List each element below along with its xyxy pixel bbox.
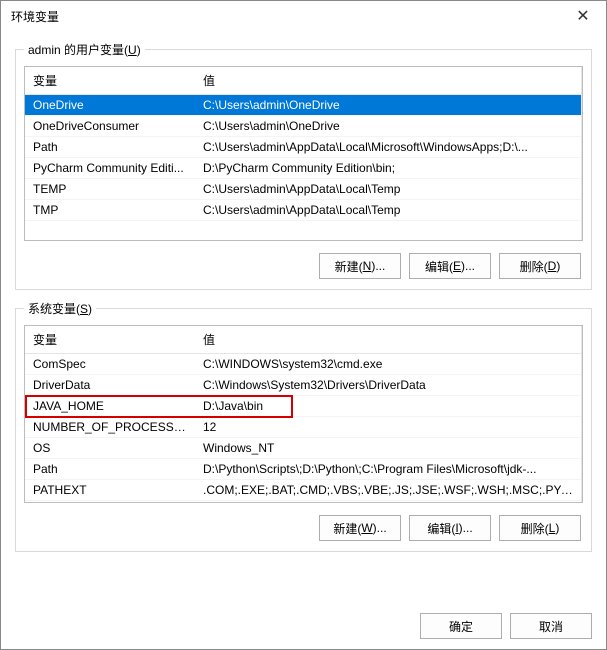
cell-name: OneDriveConsumer: [25, 116, 195, 137]
sys-delete-button[interactable]: 删除(L): [499, 515, 581, 541]
col-header-value[interactable]: 值: [195, 326, 581, 354]
cell-name: JAVA_HOME: [25, 396, 195, 417]
col-header-name[interactable]: 变量: [25, 326, 195, 354]
user-vars-table[interactable]: 变量 值 OneDriveC:\Users\admin\OneDriveOneD…: [25, 67, 581, 221]
col-header-name[interactable]: 变量: [25, 67, 195, 95]
cell-name: DriverData: [25, 375, 195, 396]
table-row[interactable]: TMPC:\Users\admin\AppData\Local\Temp: [25, 200, 581, 221]
scrollbar[interactable]: [581, 67, 582, 240]
user-vars-group: admin 的用户变量(U) 变量 值 OneDriveC:\Users\adm…: [15, 49, 592, 290]
user-vars-legend: admin 的用户变量(U): [24, 41, 145, 58]
table-row[interactable]: OneDriveConsumerC:\Users\admin\OneDrive: [25, 116, 581, 137]
cell-value: C:\Users\admin\AppData\Local\Microsoft\W…: [195, 137, 581, 158]
cell-value: Windows_NT: [195, 438, 581, 459]
dialog-footer: 确定 取消: [420, 613, 592, 639]
table-header-row: 变量 值: [25, 67, 581, 95]
table-row[interactable]: JAVA_HOMED:\Java\bin: [25, 396, 581, 417]
user-edit-button[interactable]: 编辑(E)...: [409, 253, 491, 279]
cell-name: PyCharm Community Editi...: [25, 158, 195, 179]
cell-name: OneDrive: [25, 95, 195, 116]
table-row[interactable]: ComSpecC:\WINDOWS\system32\cmd.exe: [25, 354, 581, 375]
user-new-button[interactable]: 新建(N)...: [319, 253, 401, 279]
system-vars-group: 系统变量(S) 变量 值 ComSpecC:\WINDOWS\system32\…: [15, 308, 592, 552]
sys-new-button[interactable]: 新建(W)...: [319, 515, 401, 541]
system-vars-legend: 系统变量(S): [24, 300, 96, 317]
cell-value: C:\Users\admin\OneDrive: [195, 116, 581, 137]
cell-value: D:\PyCharm Community Edition\bin;: [195, 158, 581, 179]
cell-name: PATHEXT: [25, 480, 195, 501]
table-row[interactable]: OneDriveC:\Users\admin\OneDrive: [25, 95, 581, 116]
table-row[interactable]: PathD:\Python\Scripts\;D:\Python\;C:\Pro…: [25, 459, 581, 480]
close-icon: ✕: [576, 6, 589, 26]
cell-value: C:\Users\admin\AppData\Local\Temp: [195, 200, 581, 221]
cell-value: 12: [195, 417, 581, 438]
scrollbar[interactable]: [581, 326, 582, 502]
cell-value: C:\Users\admin\OneDrive: [195, 95, 581, 116]
table-row[interactable]: OSWindows_NT: [25, 438, 581, 459]
cell-name: OS: [25, 438, 195, 459]
cell-name: ComSpec: [25, 354, 195, 375]
cell-value: .COM;.EXE;.BAT;.CMD;.VBS;.VBE;.JS;.JSE;.…: [195, 480, 581, 501]
cell-name: TEMP: [25, 179, 195, 200]
table-row[interactable]: TEMPC:\Users\admin\AppData\Local\Temp: [25, 179, 581, 200]
system-vars-table-box: 变量 值 ComSpecC:\WINDOWS\system32\cmd.exeD…: [24, 325, 583, 503]
cell-value: C:\WINDOWS\system32\cmd.exe: [195, 354, 581, 375]
cell-name: NUMBER_OF_PROCESSORS: [25, 417, 195, 438]
table-header-row: 变量 值: [25, 326, 581, 354]
user-delete-button[interactable]: 删除(D): [499, 253, 581, 279]
close-button[interactable]: ✕: [560, 1, 606, 31]
cell-value: D:\Python\Scripts\;D:\Python\;C:\Program…: [195, 459, 581, 480]
user-vars-buttons: 新建(N)... 编辑(E)... 删除(D): [24, 253, 583, 279]
user-vars-table-box: 变量 值 OneDriveC:\Users\admin\OneDriveOneD…: [24, 66, 583, 241]
cell-name: Path: [25, 459, 195, 480]
cell-value: C:\Users\admin\AppData\Local\Temp: [195, 179, 581, 200]
sys-edit-button[interactable]: 编辑(I)...: [409, 515, 491, 541]
cell-name: TMP: [25, 200, 195, 221]
env-var-dialog: 环境变量 ✕ admin 的用户变量(U) 变量 值 OneDriveC:\Us…: [0, 0, 607, 650]
cell-name: Path: [25, 137, 195, 158]
titlebar: 环境变量 ✕: [1, 1, 606, 31]
system-vars-table[interactable]: 变量 值 ComSpecC:\WINDOWS\system32\cmd.exeD…: [25, 326, 581, 501]
col-header-value[interactable]: 值: [195, 67, 581, 95]
table-row[interactable]: PyCharm Community Editi...D:\PyCharm Com…: [25, 158, 581, 179]
cell-value: C:\Windows\System32\Drivers\DriverData: [195, 375, 581, 396]
table-row[interactable]: PATHEXT.COM;.EXE;.BAT;.CMD;.VBS;.VBE;.JS…: [25, 480, 581, 501]
system-vars-buttons: 新建(W)... 编辑(I)... 删除(L): [24, 515, 583, 541]
dialog-title: 环境变量: [11, 8, 59, 25]
cancel-button[interactable]: 取消: [510, 613, 592, 639]
table-row[interactable]: PathC:\Users\admin\AppData\Local\Microso…: [25, 137, 581, 158]
ok-button[interactable]: 确定: [420, 613, 502, 639]
table-row[interactable]: DriverDataC:\Windows\System32\Drivers\Dr…: [25, 375, 581, 396]
cell-value: D:\Java\bin: [195, 396, 581, 417]
table-row[interactable]: NUMBER_OF_PROCESSORS12: [25, 417, 581, 438]
